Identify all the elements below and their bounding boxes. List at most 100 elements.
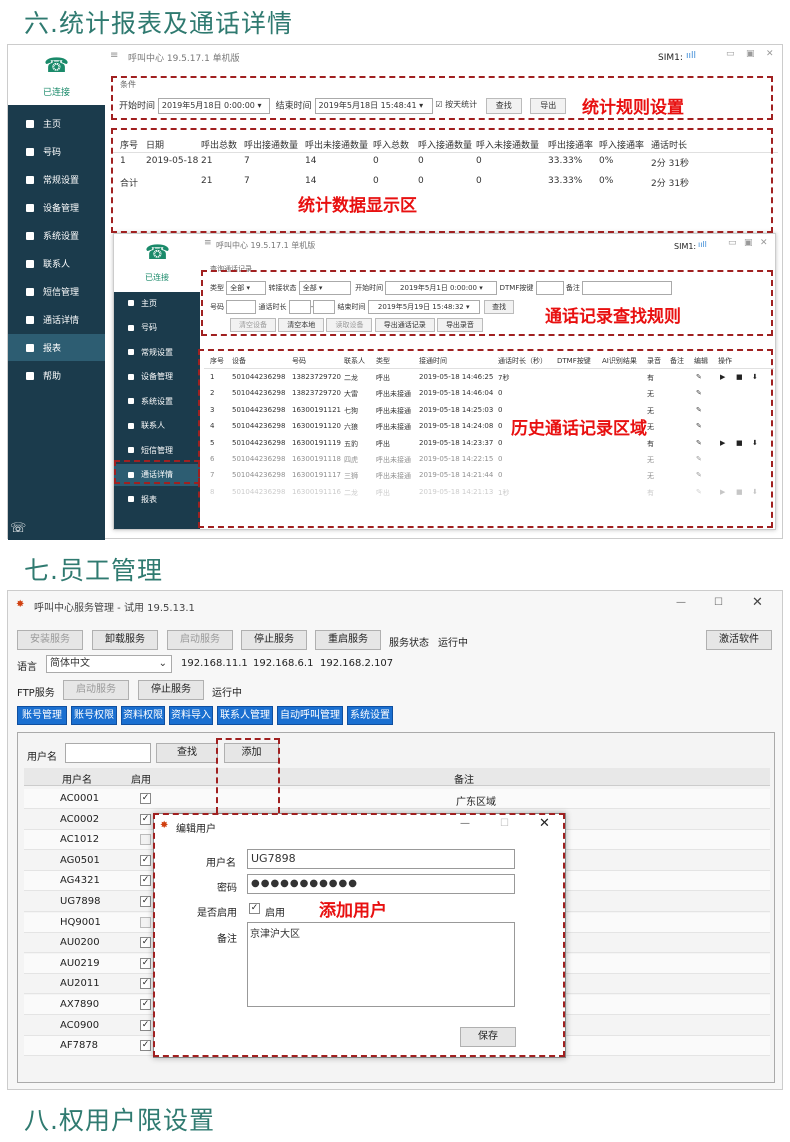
add-button-callout-box (216, 738, 280, 813)
nav-item-contact[interactable]: 联系人 (8, 250, 105, 277)
user-name: AU0200 (60, 937, 100, 949)
help-icon (26, 371, 34, 380)
call-rules-callout: 通话记录查找规则 (545, 307, 681, 327)
user-enabled-checkbox[interactable] (140, 916, 151, 928)
user-enabled-checkbox[interactable]: ✓ (140, 813, 151, 825)
nav-item-label: 设备管理 (43, 204, 80, 214)
ip-1: 192.168.11.1 (181, 658, 248, 669)
user-enabled-checkbox[interactable]: ✓ (140, 957, 151, 969)
user-enabled-checkbox[interactable]: ✓ (140, 978, 151, 990)
nav-item-home[interactable]: 主页 (8, 110, 105, 137)
col-username: 用户名 (62, 775, 92, 786)
find-button[interactable]: 查找 (156, 743, 218, 763)
tab-6[interactable]: 系统设置 (347, 706, 393, 725)
nav-item-label: 帮助 (43, 372, 62, 382)
nav-item-call[interactable]: 通话详情 (8, 306, 105, 333)
stop-service-button[interactable]: 停止服务 (241, 630, 307, 650)
user-enabled-checkbox[interactable]: ✓ (140, 937, 151, 949)
user-name: AC0900 (60, 1019, 100, 1031)
call-rules-box (201, 270, 773, 336)
minimize-icon[interactable]: — (676, 597, 686, 608)
sim-label: SIM1: (674, 242, 697, 251)
home-icon (26, 119, 34, 128)
service-status-label: 服务状态 (389, 638, 429, 649)
menu-icon[interactable]: ≡ (110, 50, 118, 61)
minimize-icon[interactable]: ▭ (726, 49, 735, 59)
section-heading-7: 七.员工管理 (24, 556, 163, 585)
user-name: AF7878 (60, 1040, 99, 1052)
nav-item-system[interactable]: 系统设置 (8, 222, 105, 249)
uninstall-service-button[interactable]: 卸载服务 (92, 630, 158, 650)
nav-item-home[interactable]: 主页 (114, 292, 200, 314)
user-enabled-checkbox[interactable]: ✓ (140, 854, 151, 866)
title-bar: ≡ 呼叫中心 19.5.17.1 单机版 SIM1: ııll ▭ ▣ ✕ (204, 238, 774, 252)
install-service-button[interactable]: 安装服务 (17, 630, 83, 650)
phone-logo-icon: ☎ (145, 240, 170, 264)
contact-icon (26, 259, 34, 268)
nav-item-report[interactable]: 报表 (8, 334, 105, 361)
maximize-icon[interactable]: ▣ (746, 49, 755, 59)
user-enabled-checkbox[interactable] (140, 834, 151, 846)
maximize-icon[interactable]: ▣ (744, 238, 753, 248)
nav-item-device[interactable]: 设备管理 (8, 194, 105, 221)
user-row[interactable]: AC0001 ✓ 广东区域 (24, 789, 770, 809)
signal-icon: ııll (698, 240, 707, 249)
connection-status: 已连接 (42, 88, 70, 98)
close-icon[interactable]: ✕ (752, 595, 763, 610)
tab-2[interactable]: 资料权限 (121, 706, 165, 725)
minimize-icon[interactable]: ▭ (728, 238, 737, 248)
user-enabled-checkbox[interactable]: ✓ (140, 896, 151, 907)
col-note: 备注 (454, 775, 474, 786)
system-icon (26, 231, 34, 240)
user-enabled-checkbox[interactable]: ✓ (140, 1019, 151, 1031)
window-title: 呼叫中心服务管理 - 试用 19.5.13.1 (34, 603, 195, 614)
nav-item-key[interactable]: 号码 (114, 317, 200, 339)
activate-button[interactable]: 激活软件 (706, 630, 772, 650)
sms-icon (26, 287, 34, 296)
tab-4[interactable]: 联系人管理 (217, 706, 273, 725)
user-name: HQ9001 (60, 916, 101, 928)
tab-0[interactable]: 账号管理 (17, 706, 67, 725)
phone-icon: ☏ (10, 521, 27, 536)
ftp-label: FTP服务 (17, 688, 55, 699)
section-heading-8: 八.权用户限设置 (24, 1106, 215, 1135)
nav-item-help[interactable]: 帮助 (8, 362, 105, 389)
user-enabled-checkbox[interactable]: ✓ (140, 999, 151, 1010)
title-bar: ≡ 呼叫中心 19.5.17.1 单机版 SIM1: ııll ▭ ▣ ✕ (110, 49, 780, 65)
window-title: 呼叫中心 19.5.17.1 单机版 (216, 241, 316, 250)
menu-icon[interactable]: ≡ (204, 238, 212, 248)
user-enabled-checkbox[interactable]: ✓ (140, 793, 151, 804)
nav-item-label: 联系人 (43, 260, 71, 270)
device-icon (26, 203, 34, 212)
language-select[interactable]: 简体中文 ⌄ (46, 655, 172, 673)
tab-5[interactable]: 自动呼叫管理 (277, 706, 343, 725)
restart-service-button[interactable]: 重启服务 (315, 630, 381, 650)
ftp-stop-button[interactable]: 停止服务 (138, 680, 204, 700)
close-icon[interactable]: ✕ (766, 49, 774, 59)
call-area-callout: 历史通话记录区域 (511, 419, 647, 439)
ftp-status-value: 运行中 (212, 688, 242, 699)
sidebar: ☎ 已连接 ☏ 主页 号码 常规设置 设备管理 系统设置 联系人 短信管理 通话详情 报表 帮助 (8, 45, 105, 540)
stats-rules-callout: 统计规则设置 (582, 98, 684, 118)
start-service-button[interactable]: 启动服务 (167, 630, 233, 650)
chevron-down-icon: ⌄ (158, 658, 167, 669)
username-search-input[interactable] (65, 743, 151, 763)
call-details-nav-box (114, 460, 200, 484)
call-icon (26, 315, 34, 324)
maximize-icon[interactable]: ☐ (714, 597, 723, 608)
user-name: AX7890 (60, 999, 100, 1010)
nav-item-sms[interactable]: 短信管理 (8, 278, 105, 305)
nav-item-label: 主页 (43, 120, 62, 130)
tab-1[interactable]: 账号权限 (71, 706, 117, 725)
sim-label: SIM1: (658, 53, 683, 63)
logo-area: ☎ 已连接 (114, 234, 200, 292)
logo-area: ☎ 已连接 (8, 45, 105, 105)
user-enabled-checkbox[interactable]: ✓ (140, 875, 151, 887)
close-icon[interactable]: ✕ (760, 238, 768, 248)
nav-item-label: 主页 (141, 298, 157, 308)
ftp-start-button[interactable]: 启动服务 (63, 680, 129, 700)
stats-area-callout: 统计数据显示区 (298, 196, 417, 216)
tab-3[interactable]: 资料导入 (169, 706, 213, 725)
col-enable: 启用 (131, 775, 151, 786)
user-enabled-checkbox[interactable]: ✓ (140, 1040, 151, 1052)
